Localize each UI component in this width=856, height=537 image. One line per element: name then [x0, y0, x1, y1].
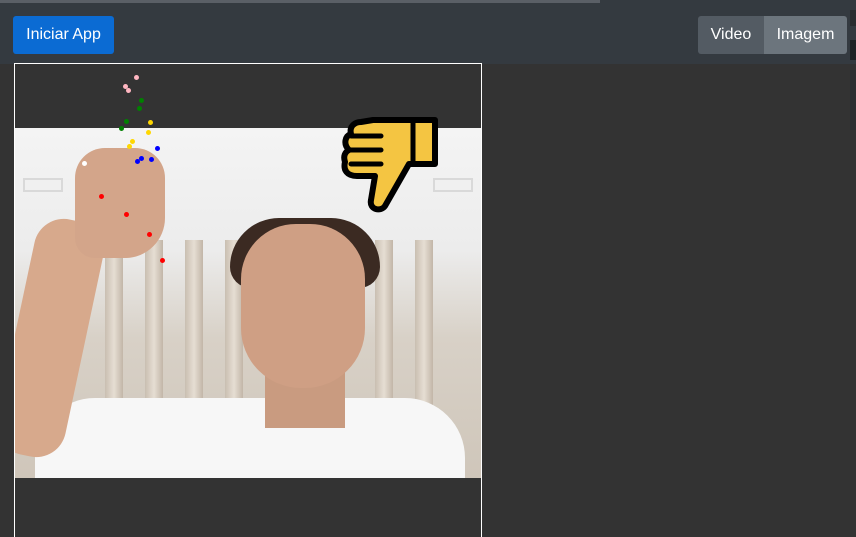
- landmark-dot: [82, 161, 87, 166]
- thumbs-down-icon: [341, 117, 438, 213]
- landmark-dot: [124, 119, 129, 124]
- landmark-dot: [139, 98, 144, 103]
- landmark-dot: [148, 120, 153, 125]
- right-edge-clip-1: [850, 10, 856, 26]
- output-canvas: [14, 63, 482, 537]
- landmark-dot: [126, 88, 131, 93]
- video-mode-button[interactable]: Video: [698, 16, 764, 54]
- landmark-dot: [160, 258, 165, 263]
- right-edge-clip-2: [850, 40, 856, 60]
- ceiling-lamp: [23, 178, 63, 192]
- right-edge-clip-3: [850, 70, 856, 130]
- person-hand: [75, 148, 165, 258]
- landmark-dot: [137, 106, 142, 111]
- mode-toggle-group: Video Imagem: [698, 16, 847, 54]
- landmark-dot: [134, 75, 139, 80]
- person-head: [241, 224, 365, 388]
- landmark-dot: [149, 157, 154, 162]
- landmark-dot: [147, 232, 152, 237]
- landmark-dot: [130, 139, 135, 144]
- landmark-dot: [155, 146, 160, 151]
- landmark-dot: [99, 194, 104, 199]
- landmark-dot: [127, 144, 132, 149]
- landmark-dot: [119, 126, 124, 131]
- top-toolbar: Iniciar App Video Imagem: [0, 0, 856, 64]
- landmark-dot: [146, 130, 151, 135]
- start-app-button[interactable]: Iniciar App: [13, 16, 114, 54]
- landmark-dot: [135, 159, 140, 164]
- person-shirt: [35, 398, 465, 478]
- landmark-dot: [124, 212, 129, 217]
- toolbar-divider: [0, 0, 600, 3]
- image-mode-button[interactable]: Imagem: [764, 16, 847, 54]
